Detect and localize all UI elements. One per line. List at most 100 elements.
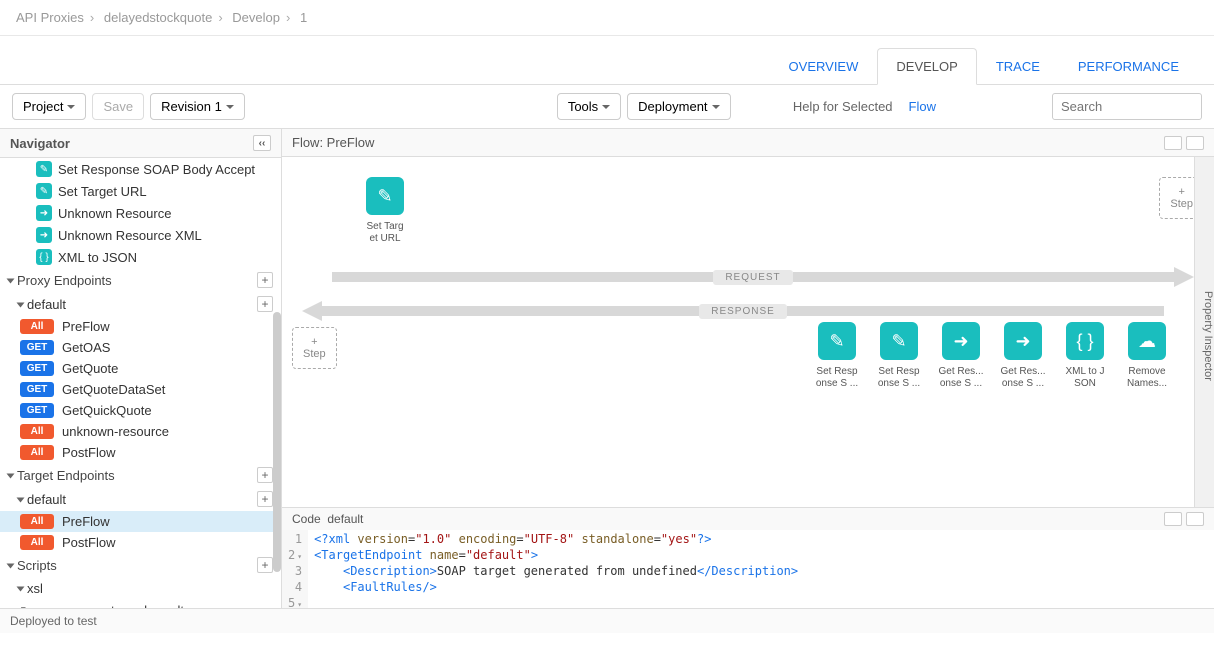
collapse-navigator[interactable]: ‹‹ <box>253 135 271 151</box>
response-label: RESPONSE <box>699 304 787 319</box>
code-editor[interactable]: 12345 <?xml version="1.0" encoding="UTF-… <box>282 530 1214 608</box>
policy-label: Set Response S ... <box>816 366 858 390</box>
tab-trace[interactable]: TRACE <box>977 48 1059 84</box>
tab-develop[interactable]: DEVELOP <box>877 48 976 85</box>
chevron-down-icon <box>17 302 25 307</box>
policy-step[interactable]: ☁RemoveNames... <box>1120 322 1174 390</box>
method-badge: GET <box>20 340 54 355</box>
add-button[interactable]: + <box>257 557 273 573</box>
policy-step[interactable]: ➜Get Res...onse S ... <box>996 322 1050 390</box>
policy-label: Set Response S ... <box>878 366 920 390</box>
policy-item[interactable]: ➜ Unknown Resource <box>0 202 281 224</box>
flow-item[interactable]: GETGetQuoteDataSet <box>0 379 281 400</box>
policy-label: Get Res...onse S ... <box>938 366 983 390</box>
chevron-down-icon <box>7 563 15 568</box>
arrow-icon: ➜ <box>36 227 52 243</box>
chevron-down-icon <box>67 105 75 109</box>
method-badge: All <box>20 445 54 460</box>
flow-label: PostFlow <box>62 535 115 550</box>
flow-label: GetQuoteDataSet <box>62 382 165 397</box>
breadcrumb-item[interactable]: Develop <box>232 10 280 25</box>
code-layout-2[interactable] <box>1186 512 1204 526</box>
property-inspector[interactable]: Property Inspector <box>1194 157 1214 507</box>
cloud-icon: ☁ <box>1128 322 1166 360</box>
layout-toggle-1[interactable] <box>1164 136 1182 150</box>
policy-step[interactable]: ✎ Set Response S ... <box>810 322 864 390</box>
nav-section[interactable]: Scripts+ <box>0 553 281 577</box>
braces-icon: { } <box>1066 322 1104 360</box>
file-name: remove-empty-nodes.xslt <box>38 603 184 608</box>
policy-item[interactable]: ✎Set Response SOAP Body Accept <box>0 158 281 180</box>
method-badge: All <box>20 424 54 439</box>
arrow-icon: ➜ <box>942 322 980 360</box>
pencil-icon: ✎ <box>36 161 52 177</box>
policy-item[interactable]: { } XML to JSON <box>0 246 281 268</box>
nav-section[interactable]: Proxy Endpoints+ <box>0 268 281 292</box>
breadcrumb-item[interactable]: API Proxies <box>16 10 84 25</box>
add-button[interactable]: + <box>257 296 273 312</box>
pencil-icon: ✎ <box>880 322 918 360</box>
add-step-response[interactable]: +Step <box>292 327 337 369</box>
method-badge: All <box>20 535 54 550</box>
policy-item[interactable]: ✎Set Target URL <box>0 180 281 202</box>
nav-subsection[interactable]: xsl <box>0 577 281 600</box>
pencil-icon: ✎ <box>818 322 856 360</box>
tab-overview[interactable]: OVERVIEW <box>770 48 878 84</box>
method-badge: All <box>20 319 54 334</box>
policy-step[interactable]: ➜ Get Res...onse S ... <box>934 322 988 390</box>
tools-menu[interactable]: Tools <box>557 93 621 120</box>
pencil-icon: ✎ <box>36 183 52 199</box>
policy-item[interactable]: ➜Unknown Resource XML <box>0 224 281 246</box>
arrow-icon: ➜ <box>36 205 52 221</box>
policy-step[interactable]: { } XML to JSON <box>1058 322 1112 390</box>
flow-item[interactable]: All PostFlow <box>0 532 281 553</box>
project-menu[interactable]: Project <box>12 93 86 120</box>
policy-label: XML to JSON <box>1065 366 1104 390</box>
method-badge: All <box>20 514 54 529</box>
breadcrumb-item[interactable]: delayedstockquote <box>104 10 212 25</box>
main-tabs: OVERVIEW DEVELOP TRACE PERFORMANCE <box>0 36 1214 85</box>
policy-label: Unknown Resource <box>58 206 171 221</box>
breadcrumb: API Proxies› delayedstockquote› Develop›… <box>0 0 1214 36</box>
nav-section[interactable]: Target Endpoints+ <box>0 463 281 487</box>
chevron-down-icon <box>226 105 234 109</box>
policy-step[interactable]: ✎Set Target URL <box>358 177 412 245</box>
help-flow-link[interactable]: Flow <box>909 99 936 114</box>
flow-item[interactable]: AllPreFlow <box>0 511 281 532</box>
scrollbar[interactable] <box>273 312 281 572</box>
tab-performance[interactable]: PERFORMANCE <box>1059 48 1198 84</box>
flow-item[interactable]: Allunknown-resource <box>0 421 281 442</box>
file-icon: ▮ <box>20 604 32 609</box>
policy-label: XML to JSON <box>58 250 137 265</box>
revision-menu[interactable]: Revision 1 <box>150 93 245 120</box>
navigator-title: Navigator <box>10 136 70 151</box>
add-button[interactable]: + <box>257 272 273 288</box>
flow-item[interactable]: GETGetOAS <box>0 337 281 358</box>
flow-label: PostFlow <box>62 445 115 460</box>
nav-subsection[interactable]: default+ <box>0 487 281 511</box>
script-file[interactable]: ▮ remove-empty-nodes.xslt <box>0 600 281 608</box>
status-bar: Deployed to test <box>0 608 1214 633</box>
deployment-menu[interactable]: Deployment <box>627 93 730 120</box>
code-panel: Code default 12345 <?xml version="1.0" e… <box>282 507 1214 608</box>
code-target: default <box>327 512 363 526</box>
layout-toggle-2[interactable] <box>1186 136 1204 150</box>
flow-item[interactable]: All PostFlow <box>0 442 281 463</box>
request-label: REQUEST <box>713 270 792 285</box>
braces-icon: { } <box>36 249 52 265</box>
flow-item[interactable]: GETGetQuickQuote <box>0 400 281 421</box>
chevron-down-icon <box>7 278 15 283</box>
code-layout-1[interactable] <box>1164 512 1182 526</box>
toolbar: Project Save Revision 1 Tools Deployment… <box>0 85 1214 128</box>
method-badge: GET <box>20 403 54 418</box>
flow-item[interactable]: AllPreFlow <box>0 316 281 337</box>
save-button[interactable]: Save <box>92 93 144 120</box>
add-button[interactable]: + <box>257 491 273 507</box>
add-button[interactable]: + <box>257 467 273 483</box>
search-input[interactable] <box>1052 93 1202 120</box>
nav-subsection[interactable]: default+ <box>0 292 281 316</box>
chevron-down-icon <box>17 587 25 592</box>
chevron-down-icon <box>712 105 720 109</box>
flow-item[interactable]: GETGetQuote <box>0 358 281 379</box>
policy-step[interactable]: ✎ Set Response S ... <box>872 322 926 390</box>
